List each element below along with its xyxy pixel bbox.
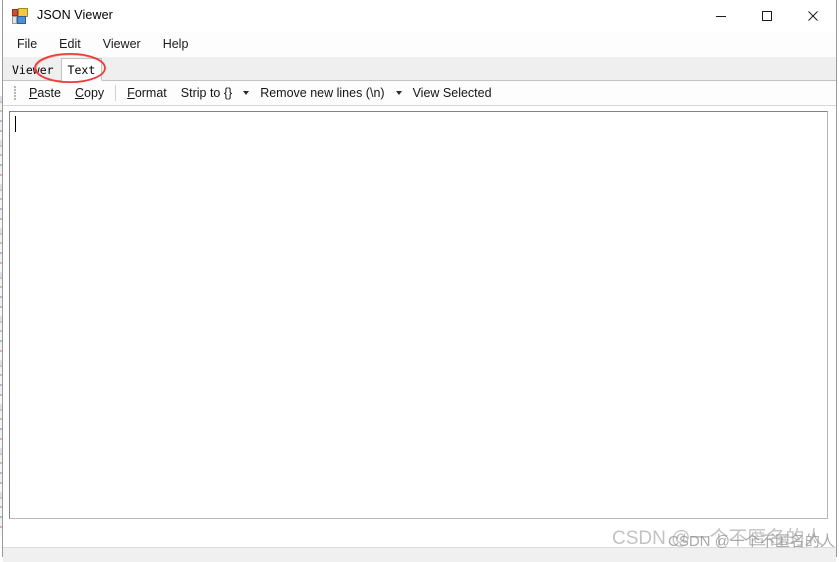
json-text-input[interactable] — [9, 111, 828, 519]
remove-new-lines-button[interactable]: Remove new lines (\n) — [253, 84, 391, 103]
close-icon — [808, 10, 818, 21]
view-selected-button[interactable]: View Selected — [406, 84, 499, 103]
close-button[interactable] — [790, 0, 836, 31]
copy-mnemonic: C — [74, 85, 85, 100]
copy-button[interactable]: Copy — [68, 84, 111, 103]
drag-grip-icon[interactable] — [11, 85, 19, 101]
strip-to-button[interactable]: Strip to {} — [174, 84, 239, 103]
toolbar: Paste Copy Format Strip to {} Remove new… — [3, 81, 836, 106]
menu-item-help[interactable]: Help — [163, 35, 200, 54]
json-viewer-window: JSON Viewer File Edit Viewer Help Viewer… — [2, 0, 837, 562]
window-controls — [698, 0, 836, 31]
title-bar: JSON Viewer — [3, 0, 836, 32]
paste-label-rest: aste — [37, 85, 61, 100]
editor-area — [3, 106, 836, 547]
format-label-rest: ormat — [134, 85, 167, 100]
format-button[interactable]: Format — [120, 84, 174, 103]
remove-new-lines-chevron-down-icon[interactable] — [392, 88, 406, 98]
format-mnemonic: F — [127, 85, 135, 100]
status-bar — [3, 547, 836, 562]
strip-to-chevron-down-icon[interactable] — [239, 88, 253, 98]
menu-item-edit[interactable]: Edit — [59, 35, 92, 54]
menu-item-file[interactable]: File — [17, 35, 48, 54]
text-caret — [15, 116, 16, 132]
minimize-button[interactable] — [698, 0, 744, 31]
window-title: JSON Viewer — [37, 8, 113, 23]
maximize-button[interactable] — [744, 0, 790, 31]
tab-viewer[interactable]: Viewer — [5, 58, 61, 80]
maximize-icon — [762, 10, 772, 21]
tab-strip: Viewer Text — [3, 57, 836, 81]
toolbar-separator — [115, 85, 117, 101]
minimize-icon — [716, 15, 726, 17]
menu-item-viewer[interactable]: Viewer — [103, 35, 152, 54]
copy-label-rest: opy — [84, 85, 105, 100]
paste-button[interactable]: Paste — [22, 84, 68, 103]
menu-bar: File Edit Viewer Help — [3, 32, 836, 57]
tab-text[interactable]: Text — [60, 58, 103, 81]
app-window-icon — [12, 7, 28, 24]
